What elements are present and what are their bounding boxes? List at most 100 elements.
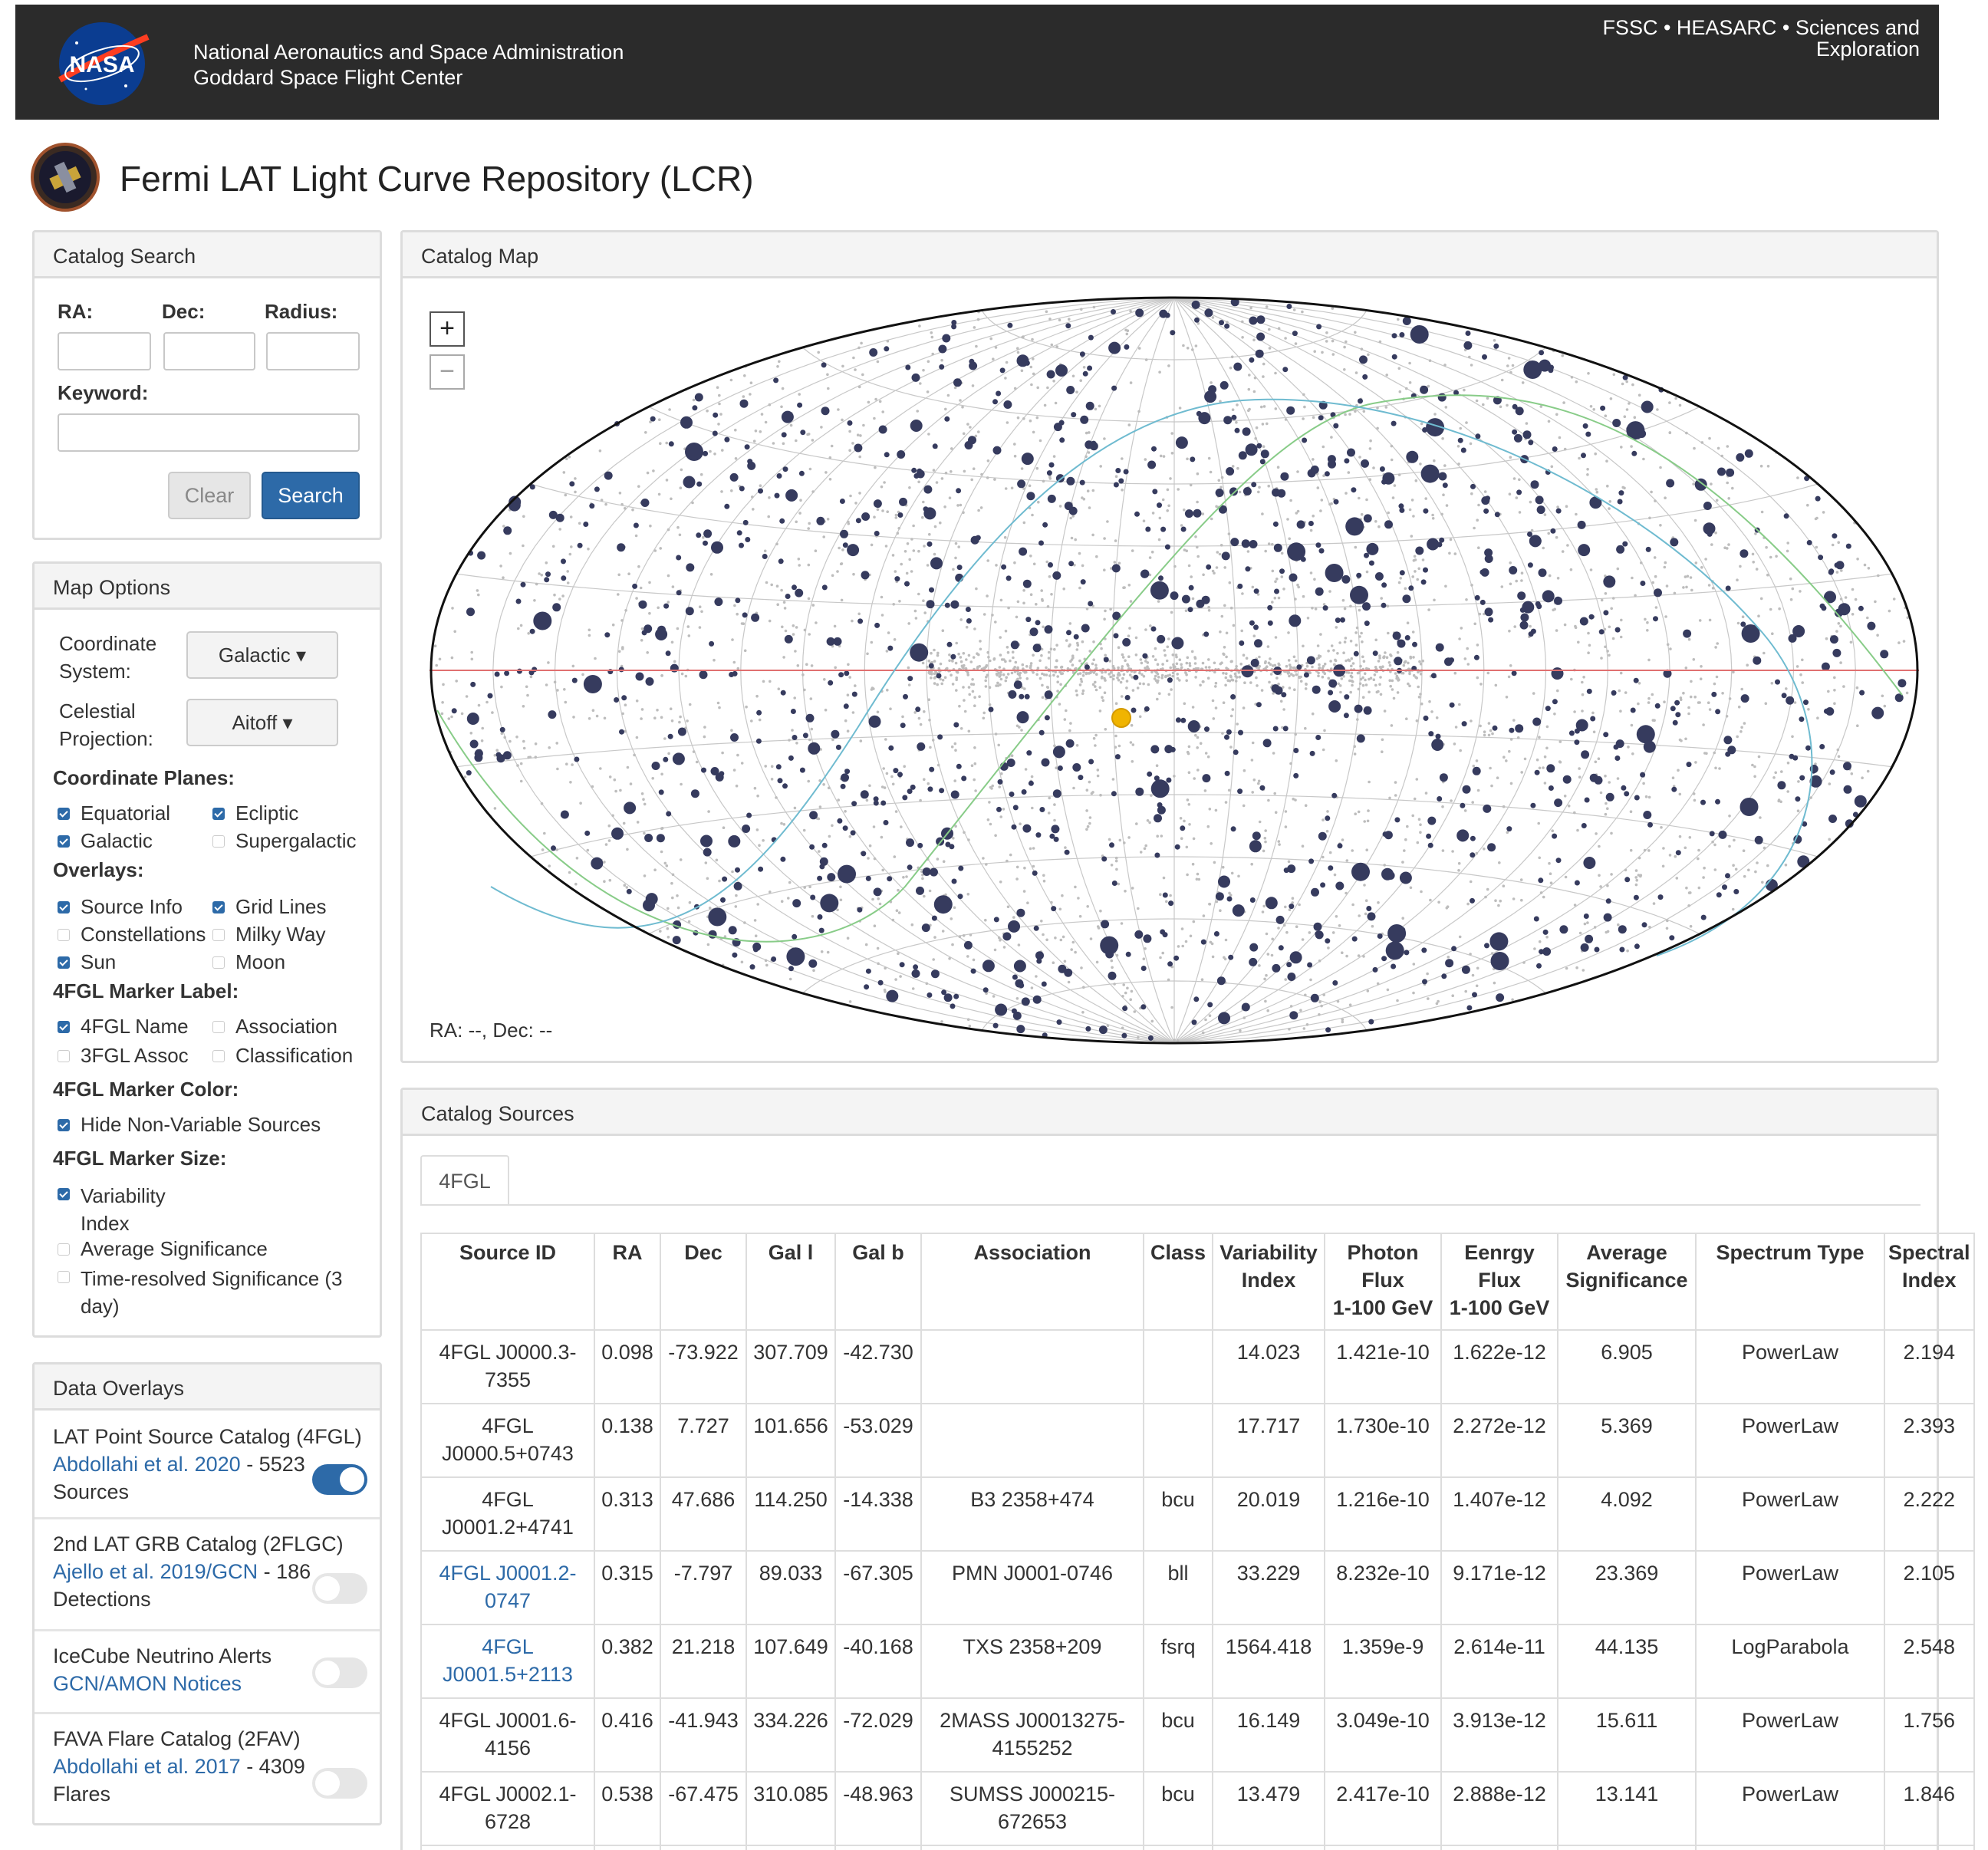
nonvariable-source-marker[interactable] xyxy=(991,614,994,617)
variable-source-marker[interactable] xyxy=(561,558,566,565)
nonvariable-source-marker[interactable] xyxy=(1252,338,1256,342)
variable-source-marker[interactable] xyxy=(1603,575,1616,588)
nonvariable-source-marker[interactable] xyxy=(1275,676,1279,680)
nonvariable-source-marker[interactable] xyxy=(1647,658,1651,662)
nonvariable-source-marker[interactable] xyxy=(1028,484,1032,488)
nonvariable-source-marker[interactable] xyxy=(818,850,821,853)
nonvariable-source-marker[interactable] xyxy=(953,742,957,746)
variable-source-marker[interactable] xyxy=(1718,830,1727,839)
nonvariable-source-marker[interactable] xyxy=(1081,1011,1085,1014)
variable-source-marker[interactable] xyxy=(658,789,664,795)
nonvariable-source-marker[interactable] xyxy=(1104,679,1107,682)
nonvariable-source-marker[interactable] xyxy=(1170,688,1173,691)
nonvariable-source-marker[interactable] xyxy=(987,656,990,659)
variable-source-marker[interactable] xyxy=(1703,502,1712,510)
variable-source-marker[interactable] xyxy=(1058,420,1065,426)
nonvariable-source-marker[interactable] xyxy=(1012,916,1015,919)
nonvariable-source-marker[interactable] xyxy=(975,587,978,591)
nonvariable-source-marker[interactable] xyxy=(1605,930,1608,934)
variable-source-marker[interactable] xyxy=(1184,509,1193,518)
nonvariable-source-marker[interactable] xyxy=(1225,672,1228,675)
nonvariable-source-marker[interactable] xyxy=(1176,673,1179,676)
nonvariable-source-marker[interactable] xyxy=(943,676,947,680)
variable-source-marker[interactable] xyxy=(963,940,973,950)
nonvariable-source-marker[interactable] xyxy=(1004,487,1008,490)
variable-source-marker[interactable] xyxy=(997,779,1003,785)
variable-source-marker[interactable] xyxy=(1281,692,1287,698)
variable-source-marker[interactable] xyxy=(1350,585,1368,604)
nonvariable-source-marker[interactable] xyxy=(1234,680,1238,683)
nonvariable-source-marker[interactable] xyxy=(1506,831,1509,834)
variable-source-marker[interactable] xyxy=(1278,945,1284,951)
nonvariable-source-marker[interactable] xyxy=(1062,588,1065,591)
variable-source-marker[interactable] xyxy=(657,625,666,634)
variable-source-marker[interactable] xyxy=(1423,508,1429,514)
nonvariable-source-marker[interactable] xyxy=(1558,760,1562,763)
nonvariable-source-marker[interactable] xyxy=(921,515,924,519)
nonvariable-source-marker[interactable] xyxy=(1418,660,1421,663)
nonvariable-source-marker[interactable] xyxy=(1620,618,1623,622)
nonvariable-source-marker[interactable] xyxy=(1220,614,1224,618)
variable-source-marker[interactable] xyxy=(614,697,620,703)
nonvariable-source-marker[interactable] xyxy=(1127,634,1131,637)
nonvariable-source-marker[interactable] xyxy=(1081,692,1085,695)
nonvariable-source-marker[interactable] xyxy=(1312,458,1315,461)
nonvariable-source-marker[interactable] xyxy=(997,743,1000,747)
nonvariable-source-marker[interactable] xyxy=(1644,617,1647,621)
nonvariable-source-marker[interactable] xyxy=(1026,901,1029,904)
nonvariable-source-marker[interactable] xyxy=(1007,606,1010,610)
nonvariable-source-marker[interactable] xyxy=(1888,609,1891,613)
nonvariable-source-marker[interactable] xyxy=(1144,458,1147,461)
variable-source-marker[interactable] xyxy=(1280,472,1289,481)
variable-source-marker[interactable] xyxy=(1408,585,1414,591)
variable-source-marker[interactable] xyxy=(933,895,953,914)
variable-source-marker[interactable] xyxy=(1325,815,1331,821)
nonvariable-source-marker[interactable] xyxy=(1842,685,1845,688)
nonvariable-source-marker[interactable] xyxy=(1131,887,1134,890)
variable-source-marker[interactable] xyxy=(1675,712,1681,718)
nonvariable-source-marker[interactable] xyxy=(1587,372,1590,375)
nonvariable-source-marker[interactable] xyxy=(561,594,564,597)
variable-source-marker[interactable] xyxy=(844,670,850,676)
nonvariable-source-marker[interactable] xyxy=(951,683,955,686)
nonvariable-source-marker[interactable] xyxy=(1070,536,1074,540)
nonvariable-source-marker[interactable] xyxy=(1207,606,1210,609)
nonvariable-source-marker[interactable] xyxy=(1311,712,1315,716)
nonvariable-source-marker[interactable] xyxy=(1797,780,1800,783)
variable-source-marker[interactable] xyxy=(685,607,694,616)
nonvariable-source-marker[interactable] xyxy=(1094,688,1098,692)
variable-source-marker[interactable] xyxy=(604,471,613,480)
nonvariable-source-marker[interactable] xyxy=(1336,652,1339,655)
nonvariable-source-marker[interactable] xyxy=(451,607,454,610)
nonvariable-source-marker[interactable] xyxy=(1367,809,1370,812)
nonvariable-source-marker[interactable] xyxy=(1595,488,1598,491)
nonvariable-source-marker[interactable] xyxy=(1131,743,1135,746)
nonvariable-source-marker[interactable] xyxy=(1801,658,1804,662)
variable-source-marker[interactable] xyxy=(1574,728,1580,734)
nonvariable-source-marker[interactable] xyxy=(1386,604,1390,607)
variable-source-marker[interactable] xyxy=(1483,508,1489,514)
nonvariable-source-marker[interactable] xyxy=(1187,745,1191,749)
nonvariable-source-marker[interactable] xyxy=(1247,387,1251,391)
nonvariable-source-marker[interactable] xyxy=(734,457,738,460)
variable-source-marker[interactable] xyxy=(667,733,673,739)
variable-source-marker[interactable] xyxy=(1399,332,1405,337)
variable-source-marker[interactable] xyxy=(944,602,950,608)
variable-source-marker[interactable] xyxy=(1700,914,1707,920)
nonvariable-source-marker[interactable] xyxy=(882,767,885,770)
nonvariable-source-marker[interactable] xyxy=(1623,486,1626,490)
variable-source-marker[interactable] xyxy=(1111,881,1117,886)
variable-source-marker[interactable] xyxy=(1113,482,1119,488)
nonvariable-source-marker[interactable] xyxy=(1109,675,1112,679)
nonvariable-source-marker[interactable] xyxy=(1573,904,1577,907)
variable-source-marker[interactable] xyxy=(703,540,708,546)
nonvariable-source-marker[interactable] xyxy=(1417,685,1420,689)
nonvariable-source-marker[interactable] xyxy=(752,439,756,443)
nonvariable-source-marker[interactable] xyxy=(1666,919,1669,923)
nonvariable-source-marker[interactable] xyxy=(1321,748,1325,752)
nonvariable-source-marker[interactable] xyxy=(1704,558,1707,561)
variable-source-marker[interactable] xyxy=(1262,739,1272,748)
nonvariable-source-marker[interactable] xyxy=(870,543,874,547)
variable-source-marker[interactable] xyxy=(1200,939,1206,945)
nonvariable-source-marker[interactable] xyxy=(1720,454,1723,458)
